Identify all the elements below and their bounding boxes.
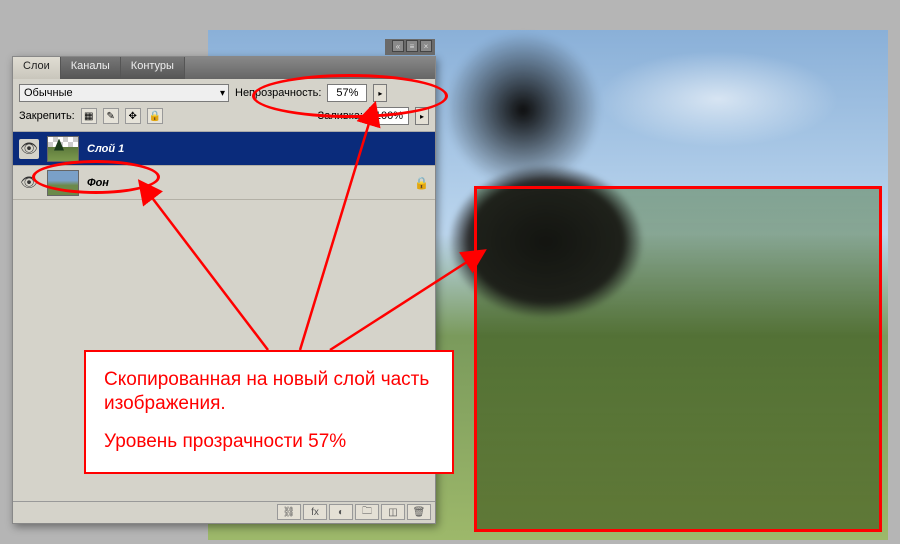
thumb-tree xyxy=(54,139,64,151)
tab-layers[interactable]: Слои xyxy=(13,57,61,79)
layer-thumbnail-1[interactable] xyxy=(47,136,79,162)
visibility-toggle-icon[interactable]: 👁 xyxy=(19,139,39,159)
layer-mask-icon[interactable]: ◐ xyxy=(329,504,353,520)
lock-transparent-icon[interactable]: ▦ xyxy=(81,108,97,124)
layer-fx-icon[interactable]: fx xyxy=(303,504,327,520)
visibility-toggle-icon[interactable]: 👁 xyxy=(19,173,39,193)
lock-move-icon[interactable]: ✥ xyxy=(125,108,141,124)
layers-list: 👁 Слой 1 👁 Фон 🔒 xyxy=(13,131,435,200)
layer-name-bg[interactable]: Фон xyxy=(87,177,109,189)
blend-mode-value: Обычные xyxy=(24,87,73,99)
blend-mode-select[interactable]: Обычные xyxy=(19,84,229,102)
new-layer-icon[interactable]: ◫ xyxy=(381,504,405,520)
annotation-line1: Скопированная на новый слой часть изобра… xyxy=(104,368,434,416)
layer-row-bg[interactable]: 👁 Фон 🔒 xyxy=(13,166,435,200)
fill-field[interactable]: 100% xyxy=(369,107,409,125)
annotation-callout: Скопированная на новый слой часть изобра… xyxy=(84,350,454,474)
thumb-bg xyxy=(48,171,78,195)
panel-tabs: Слои Каналы Контуры xyxy=(13,57,435,79)
layer-thumbnail-bg[interactable] xyxy=(47,170,79,196)
fill-label: Заливка: xyxy=(318,110,363,122)
blend-opacity-row: Обычные Непрозрачность: 57% ▸ xyxy=(13,79,435,105)
annotation-line2: Уровень прозрачности 57% xyxy=(104,430,434,454)
overlay-blend xyxy=(477,189,879,529)
opacity-label: Непрозрачность: xyxy=(235,87,321,99)
selection-overlay-rect xyxy=(474,186,882,532)
link-layers-icon[interactable]: ⛓ xyxy=(277,504,301,520)
fill-slider-btn[interactable]: ▸ xyxy=(415,107,429,125)
opacity-slider-btn[interactable]: ▸ xyxy=(373,84,387,102)
lock-label: Закрепить: xyxy=(19,110,75,122)
lock-brush-icon[interactable]: ✎ xyxy=(103,108,119,124)
delete-layer-icon[interactable]: 🗑 xyxy=(407,504,431,520)
panel-menu-icon[interactable]: ≡ xyxy=(406,40,418,52)
tab-channels[interactable]: Каналы xyxy=(61,57,121,79)
layer-name-1[interactable]: Слой 1 xyxy=(87,143,124,155)
opacity-field[interactable]: 57% xyxy=(327,84,367,102)
layer-row-1[interactable]: 👁 Слой 1 xyxy=(13,132,435,166)
tab-paths[interactable]: Контуры xyxy=(121,57,185,79)
panel-collapse-icon[interactable]: « xyxy=(392,40,404,52)
panel-close-icon[interactable]: × xyxy=(420,40,432,52)
lock-all-icon[interactable]: 🔒 xyxy=(147,108,163,124)
panel-controls: « ≡ × xyxy=(385,39,435,55)
new-folder-icon[interactable]: 🗀 xyxy=(355,504,379,520)
lock-fill-row: Закрепить: ▦ ✎ ✥ 🔒 Заливка: 100% ▸ xyxy=(13,105,435,131)
lock-icon: 🔒 xyxy=(414,176,429,190)
panel-footer: ⛓ fx ◐ 🗀 ◫ 🗑 xyxy=(13,501,435,523)
